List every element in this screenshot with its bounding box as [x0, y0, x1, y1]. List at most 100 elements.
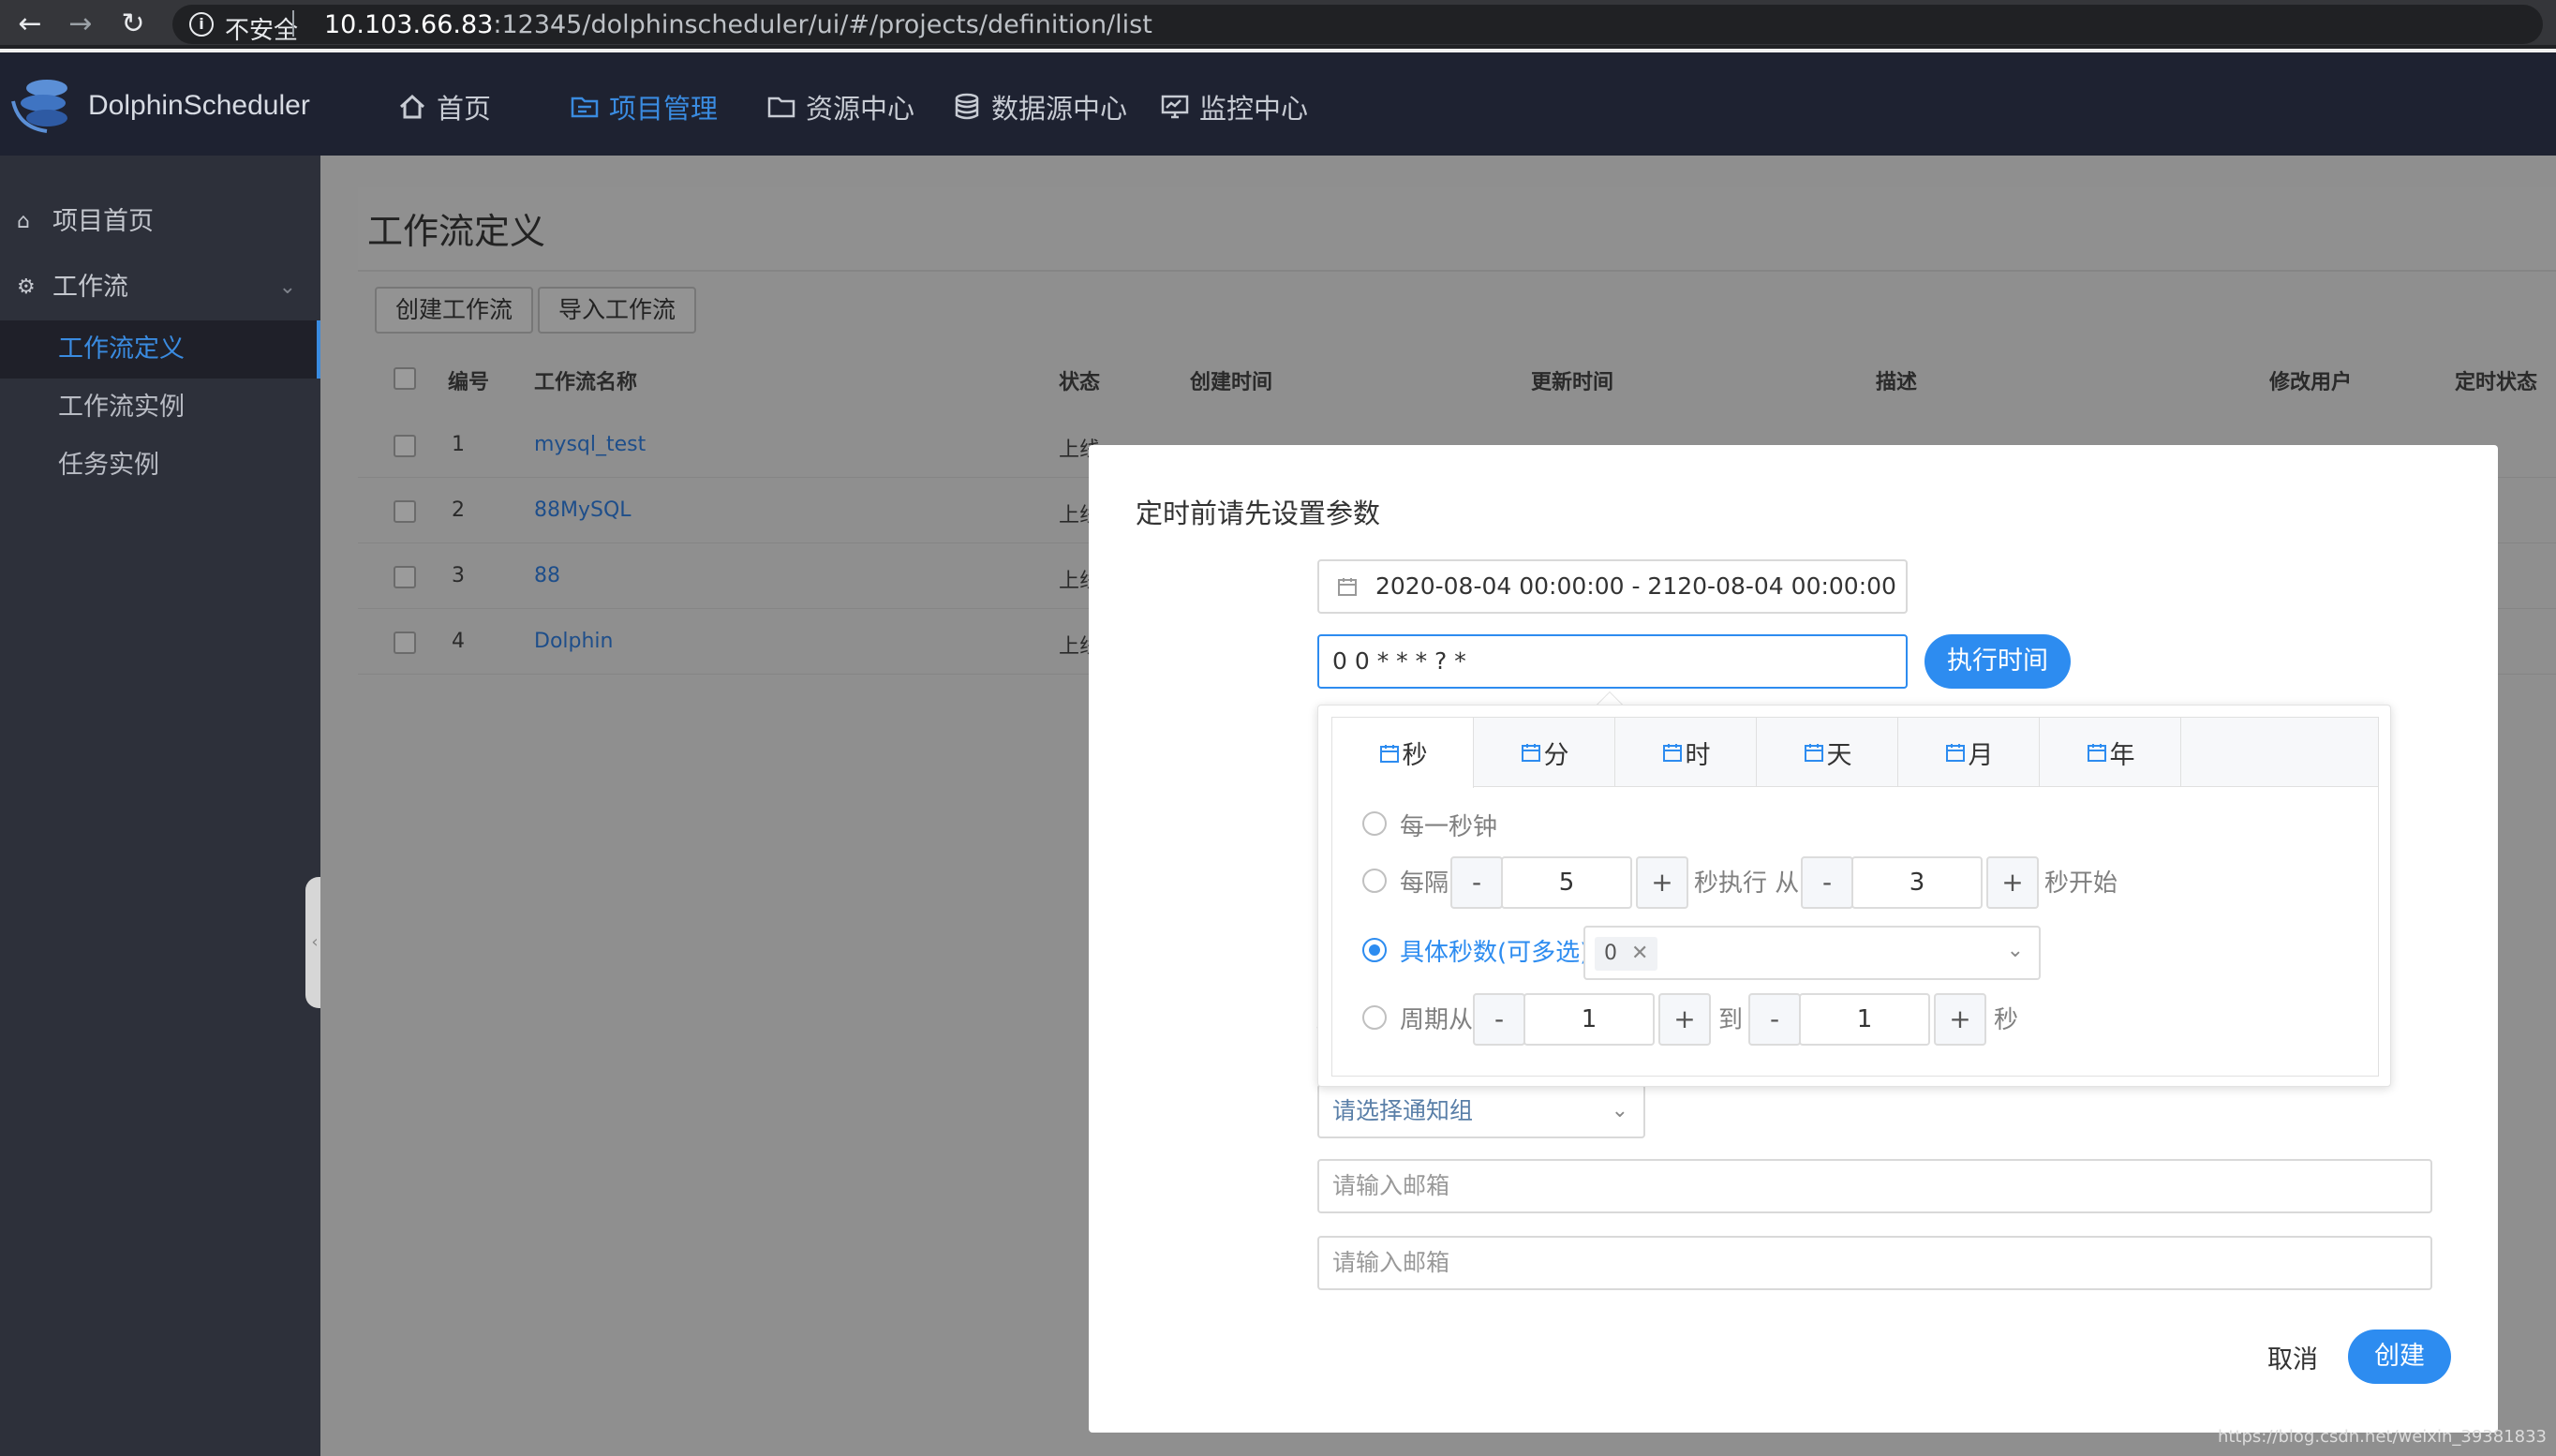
nav-resource-center[interactable]: 资源中心 — [766, 88, 914, 126]
workflow-name-link[interactable]: mysql_test — [534, 433, 646, 456]
interval-start-input[interactable]: 3 — [1851, 856, 1983, 909]
create-button[interactable]: 创建 — [2348, 1330, 2451, 1384]
tab-label: 时 — [1686, 735, 1711, 771]
url-path: :12345/dolphinscheduler/ui/#/projects/de… — [493, 10, 1152, 39]
nav-project-management[interactable]: 项目管理 — [570, 88, 718, 126]
reload-icon[interactable]: ↻ — [116, 9, 150, 39]
tab-label: 年 — [2110, 735, 2135, 771]
chevron-down-icon: ⌄ — [2007, 939, 2024, 962]
interval-radio[interactable] — [1362, 869, 1387, 893]
dolphinscheduler-logo-icon[interactable] — [9, 73, 81, 137]
every-second-radio[interactable] — [1362, 811, 1387, 836]
database-icon — [952, 92, 982, 122]
forward-arrow-icon[interactable]: → — [64, 9, 97, 39]
workflow-name-link[interactable]: Dolphin — [534, 630, 613, 653]
nav-project-label: 项目管理 — [609, 87, 718, 126]
sidebar-item-task-instance[interactable]: 任务实例 — [0, 437, 320, 495]
column-header: 工作流名称 — [534, 365, 637, 395]
workflow-name-link[interactable]: 88 — [534, 564, 560, 587]
specific-seconds-radio[interactable] — [1362, 938, 1387, 962]
interval-plus-button[interactable]: + — [1636, 856, 1688, 909]
column-header: 更新时间 — [1531, 365, 1613, 395]
logo-text[interactable]: DolphinScheduler — [88, 90, 310, 122]
start-minus-button[interactable]: - — [1801, 856, 1853, 909]
period-from-minus-button[interactable]: - — [1473, 993, 1525, 1046]
folder-icon — [766, 92, 796, 122]
execution-time-button[interactable]: 执行时间 — [1924, 634, 2071, 689]
url-text[interactable]: 10.103.66.83:12345/dolphinscheduler/ui/#… — [324, 10, 1152, 39]
period-to-input[interactable]: 1 — [1799, 993, 1930, 1046]
home-icon — [397, 92, 427, 122]
tab-year[interactable]: 年 — [2040, 718, 2181, 787]
sidebar: ⌂ 项目首页 ⚙ 工作流 ⌄ 工作流定义 工作流实例 任务实例 — [0, 156, 320, 1456]
sidebar-item-workflow-instance[interactable]: 工作流实例 — [0, 379, 320, 437]
page-title-bar — [358, 187, 2556, 272]
period-to-label: 到 — [1718, 1001, 1743, 1035]
column-header: 定时状态 — [2455, 365, 2537, 395]
import-workflow-button[interactable]: 导入工作流 — [538, 287, 696, 334]
interval-label: 每隔 — [1400, 864, 1449, 899]
nav-datasource-center[interactable]: 数据源中心 — [952, 88, 1127, 126]
tab-day[interactable]: 天 — [1757, 718, 1898, 787]
table-header: 编号 工作流名称 状态 创建时间 更新时间 描述 修改用户 定时状态 — [358, 345, 2556, 412]
watermark: https://blog.csdn.net/weixin_39381833 — [2218, 1427, 2547, 1447]
column-header: 修改用户 — [2269, 365, 2352, 395]
calendar-icon — [1803, 741, 1825, 764]
period-to-minus-button[interactable]: - — [1748, 993, 1801, 1046]
period-from-plus-button[interactable]: + — [1658, 993, 1711, 1046]
sidebar-item-workflow-definition[interactable]: 工作流定义 — [0, 320, 320, 379]
specific-seconds-label: 具体秒数(可多选) — [1400, 933, 1589, 968]
sidebar-item-workflow[interactable]: ⚙ 工作流 ⌄ — [0, 259, 320, 317]
app-header: DolphinScheduler 首页 项目管理 资源中心 数据源中心 监控中心 — [0, 52, 2556, 156]
tab-month[interactable]: 月 — [1898, 718, 2040, 787]
nav-monitor-center[interactable]: 监控中心 — [1160, 88, 1308, 126]
monitor-icon — [1160, 92, 1190, 122]
nav-datasource-label: 数据源中心 — [991, 87, 1127, 126]
receivers-input[interactable]: 请输入邮箱 — [1317, 1159, 2432, 1213]
close-icon[interactable]: ✕ — [1631, 942, 1648, 965]
chevron-down-icon: ⌄ — [1612, 1086, 1628, 1137]
row-checkbox[interactable] — [394, 566, 416, 588]
row-checkbox[interactable] — [394, 500, 416, 523]
select-all-checkbox[interactable] — [394, 367, 416, 390]
row-checkbox[interactable] — [394, 435, 416, 457]
workflow-name-link[interactable]: 88MySQL — [534, 498, 632, 522]
row-id: 2 — [452, 498, 465, 522]
nav-resource-label: 资源中心 — [806, 87, 914, 126]
interval-suffix-label: 秒开始 — [2044, 864, 2118, 899]
start-plus-button[interactable]: + — [1986, 856, 2039, 909]
address-bar[interactable]: i 不安全 10.103.66.83:12345/dolphinschedule… — [172, 5, 2543, 44]
every-second-label: 每一秒钟 — [1400, 808, 1497, 842]
column-header: 编号 — [448, 365, 489, 395]
calendar-icon — [1944, 741, 1967, 764]
time-range-input[interactable]: 2020-08-04 00:00:00 - 2120-08-04 00:00:0… — [1317, 559, 1908, 614]
period-label: 周期从 — [1400, 1001, 1473, 1035]
row-checkbox[interactable] — [394, 631, 416, 654]
cc-input[interactable]: 请输入邮箱 — [1317, 1236, 2432, 1290]
period-radio[interactable] — [1362, 1005, 1387, 1030]
specific-seconds-select[interactable]: 0 ✕ ⌄ — [1583, 926, 2041, 980]
back-arrow-icon[interactable]: ← — [13, 9, 47, 39]
interval-minus-button[interactable]: - — [1450, 856, 1503, 909]
page-title: 工作流定义 — [367, 202, 545, 254]
tab-minute[interactable]: 分 — [1474, 718, 1615, 787]
nav-home[interactable]: 首页 — [397, 88, 491, 126]
row-id: 4 — [452, 630, 465, 653]
sidebar-item-project-home[interactable]: ⌂ 项目首页 — [0, 193, 320, 251]
interval-value-input[interactable]: 5 — [1501, 856, 1632, 909]
notify-group-select[interactable]: 请选择通知组 ⌄ — [1317, 1084, 1645, 1138]
period-from-input[interactable]: 1 — [1523, 993, 1655, 1046]
tab-second[interactable]: 秒 — [1332, 718, 1474, 788]
cancel-button[interactable]: 取消 — [2267, 1339, 2318, 1375]
create-workflow-button[interactable]: 创建工作流 — [375, 287, 533, 334]
calendar-icon — [2086, 741, 2108, 764]
info-icon[interactable]: i — [189, 12, 214, 37]
cron-tab-bar: 秒 分 时 天 月 年 — [1332, 718, 2378, 787]
period-to-plus-button[interactable]: + — [1934, 993, 1986, 1046]
tab-hour[interactable]: 时 — [1615, 718, 1757, 787]
row-id: 3 — [452, 564, 465, 587]
modal-title: 定时前请先设置参数 — [1136, 492, 1380, 531]
url-separator — [292, 10, 294, 37]
cron-expression-input[interactable]: 0 0 * * * ? * — [1317, 634, 1908, 689]
tab-label: 天 — [1827, 735, 1852, 771]
